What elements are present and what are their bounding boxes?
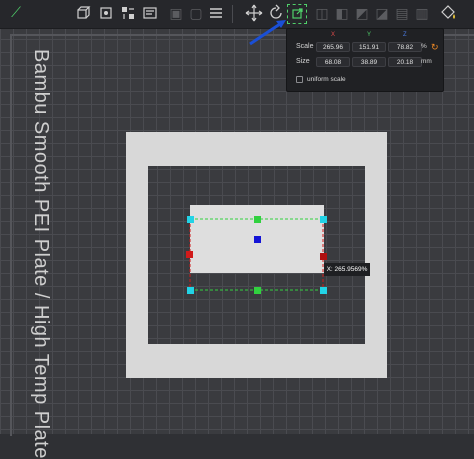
scale-tooltip: X: 265.9569% xyxy=(324,263,370,276)
x-handle-right[interactable] xyxy=(320,253,327,260)
corner-handle-bottom-left[interactable] xyxy=(187,287,194,294)
scale-gizmo xyxy=(189,218,324,291)
corner-handle-top-left[interactable] xyxy=(187,216,194,223)
x-handle-left[interactable] xyxy=(186,251,193,258)
corner-handle-bottom-right[interactable] xyxy=(320,287,327,294)
corner-handle-top-right[interactable] xyxy=(320,216,327,223)
y-handle-bottom[interactable] xyxy=(254,287,261,294)
y-handle-top[interactable] xyxy=(254,216,261,223)
z-handle-center[interactable] xyxy=(254,236,261,243)
